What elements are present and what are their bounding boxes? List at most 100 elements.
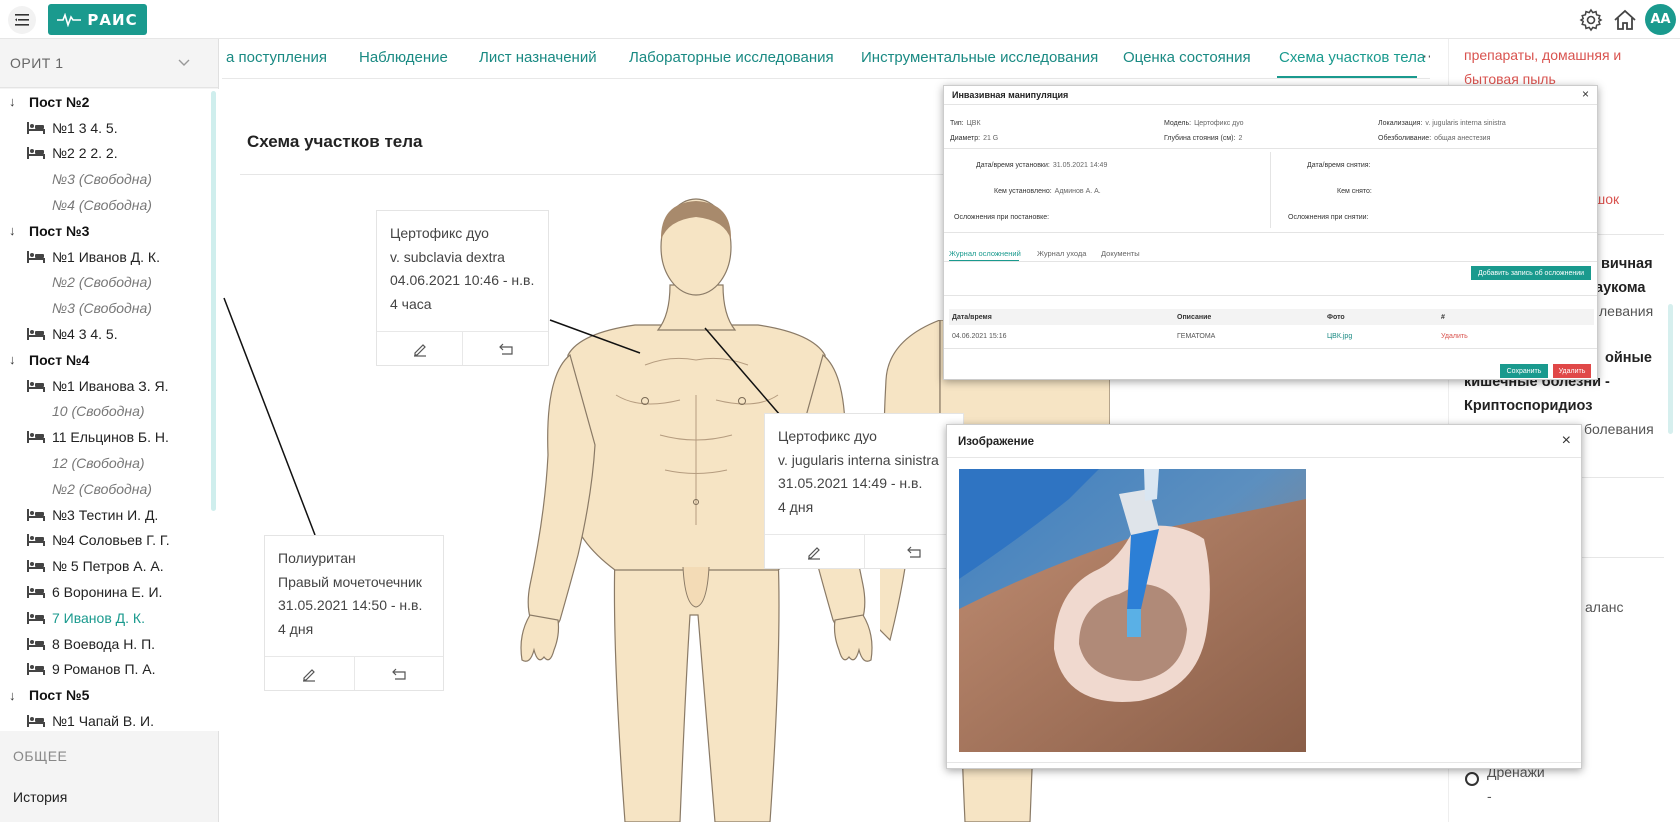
drainage-radio[interactable]	[1465, 772, 1479, 786]
catheter-card-ureter: Полиуритан Правый мочеточечник 31.05.202…	[264, 535, 444, 691]
allergy-text: препараты, домашняя и	[1464, 47, 1622, 63]
diagnosis-text: Криптоспоридиоз	[1464, 398, 1593, 414]
delete-button[interactable]: Удалить	[1553, 364, 1591, 378]
card-period: 04.06.2021 10:46 - н.в.	[390, 272, 535, 288]
close-icon: ×	[1581, 87, 1589, 101]
undo-icon	[498, 343, 513, 355]
field-label: Осложнения при снятии:	[1288, 214, 1369, 221]
removal-datetime-field: Дата/время снятия:	[1307, 162, 1371, 169]
model-field: Модель: Цертофикс дуо	[1164, 120, 1244, 127]
field-label: Дата/время установки:	[976, 162, 1050, 169]
pencil-icon	[808, 546, 821, 560]
field-label: Обезболивание:	[1378, 135, 1432, 142]
column-photo: Фото	[1327, 314, 1345, 321]
undo-icon	[391, 668, 406, 680]
catheter-photo-image	[959, 469, 1306, 752]
tab-complications-log[interactable]: Журнал осложнений	[949, 249, 1021, 258]
user-avatar[interactable]: AA	[1645, 4, 1676, 35]
divider	[944, 232, 1597, 233]
card-duration: 4 часа	[390, 295, 432, 312]
install-datetime-field: Дата/время установки: 31.05.2021 14:49	[976, 162, 1107, 169]
menu-icon	[15, 14, 29, 26]
settings-button[interactable]	[1578, 7, 1604, 33]
delete-row-link[interactable]: Удалить	[1441, 333, 1468, 340]
divider	[947, 457, 1581, 458]
save-button[interactable]: Сохранить	[1500, 364, 1548, 378]
tab-documents[interactable]: Документы	[1101, 249, 1140, 258]
gear-icon	[1579, 8, 1603, 32]
card-location: v. subclavia dextra	[390, 248, 505, 265]
home-button[interactable]	[1612, 7, 1638, 33]
field-label: Дата/время снятия:	[1307, 162, 1371, 169]
right-panel-scrollbar[interactable]	[1668, 304, 1673, 434]
drainage-value: -	[1487, 788, 1492, 804]
diagnosis-type: болевания	[1584, 421, 1654, 437]
image-dialog: Изображение ×	[946, 424, 1582, 769]
app-logo[interactable]: РАИС	[48, 4, 147, 35]
dialog-title: Инвазивная манипуляция	[952, 90, 1069, 100]
field-value: 21 G	[983, 135, 999, 142]
field-value: ЦВК	[966, 120, 981, 127]
card-period: 31.05.2021 14:50 - н.в.	[278, 597, 423, 613]
home-icon	[1614, 9, 1636, 30]
catheter-card-jugularis: Цертофикс дуо v. jugularis interna sinis…	[764, 413, 964, 569]
diagnosis-text: вичная	[1601, 256, 1653, 272]
close-icon: ×	[1561, 432, 1571, 449]
column-description: Описание	[1177, 314, 1212, 321]
depth-field: Глубина стояния (см): 2	[1164, 135, 1242, 142]
complications-removal-field: Осложнения при снятии:	[1288, 214, 1369, 221]
row-datetime: 04.06.2021 15:16	[952, 333, 1007, 340]
card-duration: 4 дня	[778, 498, 814, 515]
divider	[944, 261, 1597, 262]
card-location: Правый мочеточечник	[278, 573, 422, 590]
remove-button[interactable]	[463, 332, 548, 365]
installed-by-field: Кем установлено: Админов А. А.	[994, 188, 1101, 195]
complication-photo	[959, 469, 1306, 752]
top-header: РАИС AA	[0, 0, 1680, 39]
remove-button[interactable]	[355, 657, 444, 690]
anesthesia-field: Обезболивание: общая анестезия	[1378, 135, 1490, 142]
edit-button[interactable]	[265, 657, 355, 690]
removed-by-field: Кем снято:	[1337, 188, 1372, 195]
field-label: Модель:	[1164, 120, 1192, 127]
row-description: ГЕМАТОМА	[1177, 333, 1216, 340]
pencil-icon	[303, 668, 316, 682]
close-button[interactable]: ×	[1562, 432, 1571, 450]
invasive-manipulation-dialog: Инвазивная манипуляция × Тип: ЦВК Модель:…	[943, 85, 1598, 380]
diameter-field: Диаметр: 21 G	[950, 135, 998, 142]
edit-button[interactable]	[765, 535, 865, 568]
tab-care-log[interactable]: Журнал ухода	[1037, 249, 1086, 258]
menu-toggle-button[interactable]	[8, 6, 36, 34]
field-label: Диаметр:	[950, 135, 981, 142]
field-label: Осложнения при постановке:	[954, 214, 1050, 221]
type-field: Тип: ЦВК	[950, 120, 981, 127]
field-label: Кем установлено:	[994, 188, 1052, 195]
undo-icon	[906, 546, 921, 558]
divider	[944, 295, 1597, 296]
balance-label: аланс	[1585, 599, 1624, 615]
diagnosis-text: аукома	[1595, 280, 1646, 296]
field-value: Цертофикс дуо	[1194, 120, 1244, 127]
edit-button[interactable]	[377, 332, 463, 365]
divider	[944, 348, 1597, 349]
field-label: Глубина стояния (см):	[1164, 135, 1236, 142]
photo-link[interactable]: ЦВК.jpg	[1327, 333, 1352, 340]
diagnosis-type: левания	[1599, 303, 1654, 319]
field-label: Тип:	[950, 120, 964, 127]
pencil-icon	[413, 343, 426, 357]
card-location: v. jugularis interna sinistra	[778, 451, 939, 468]
add-complication-button[interactable]: Добавить запись об осложнении	[1471, 266, 1591, 280]
column-actions: #	[1441, 314, 1445, 321]
catheter-card-subclavia: Цертофикс дуо v. subclavia dextra 04.06.…	[376, 210, 549, 366]
close-button[interactable]: ×	[1582, 87, 1589, 101]
pulse-logo-icon	[57, 12, 82, 27]
table-header	[949, 309, 1594, 325]
complications-install-field: Осложнения при постановке:	[954, 214, 1049, 221]
location-field: Локализация: v. jugularis interna sinistr…	[1378, 120, 1506, 127]
field-value: v. jugularis interna sinistra	[1425, 120, 1506, 127]
card-title: Цертофикс дуо	[778, 428, 877, 444]
divider	[947, 762, 1581, 763]
divider	[1270, 152, 1271, 228]
card-duration: 4 дня	[278, 620, 314, 637]
logo-text: РАИС	[87, 10, 138, 29]
